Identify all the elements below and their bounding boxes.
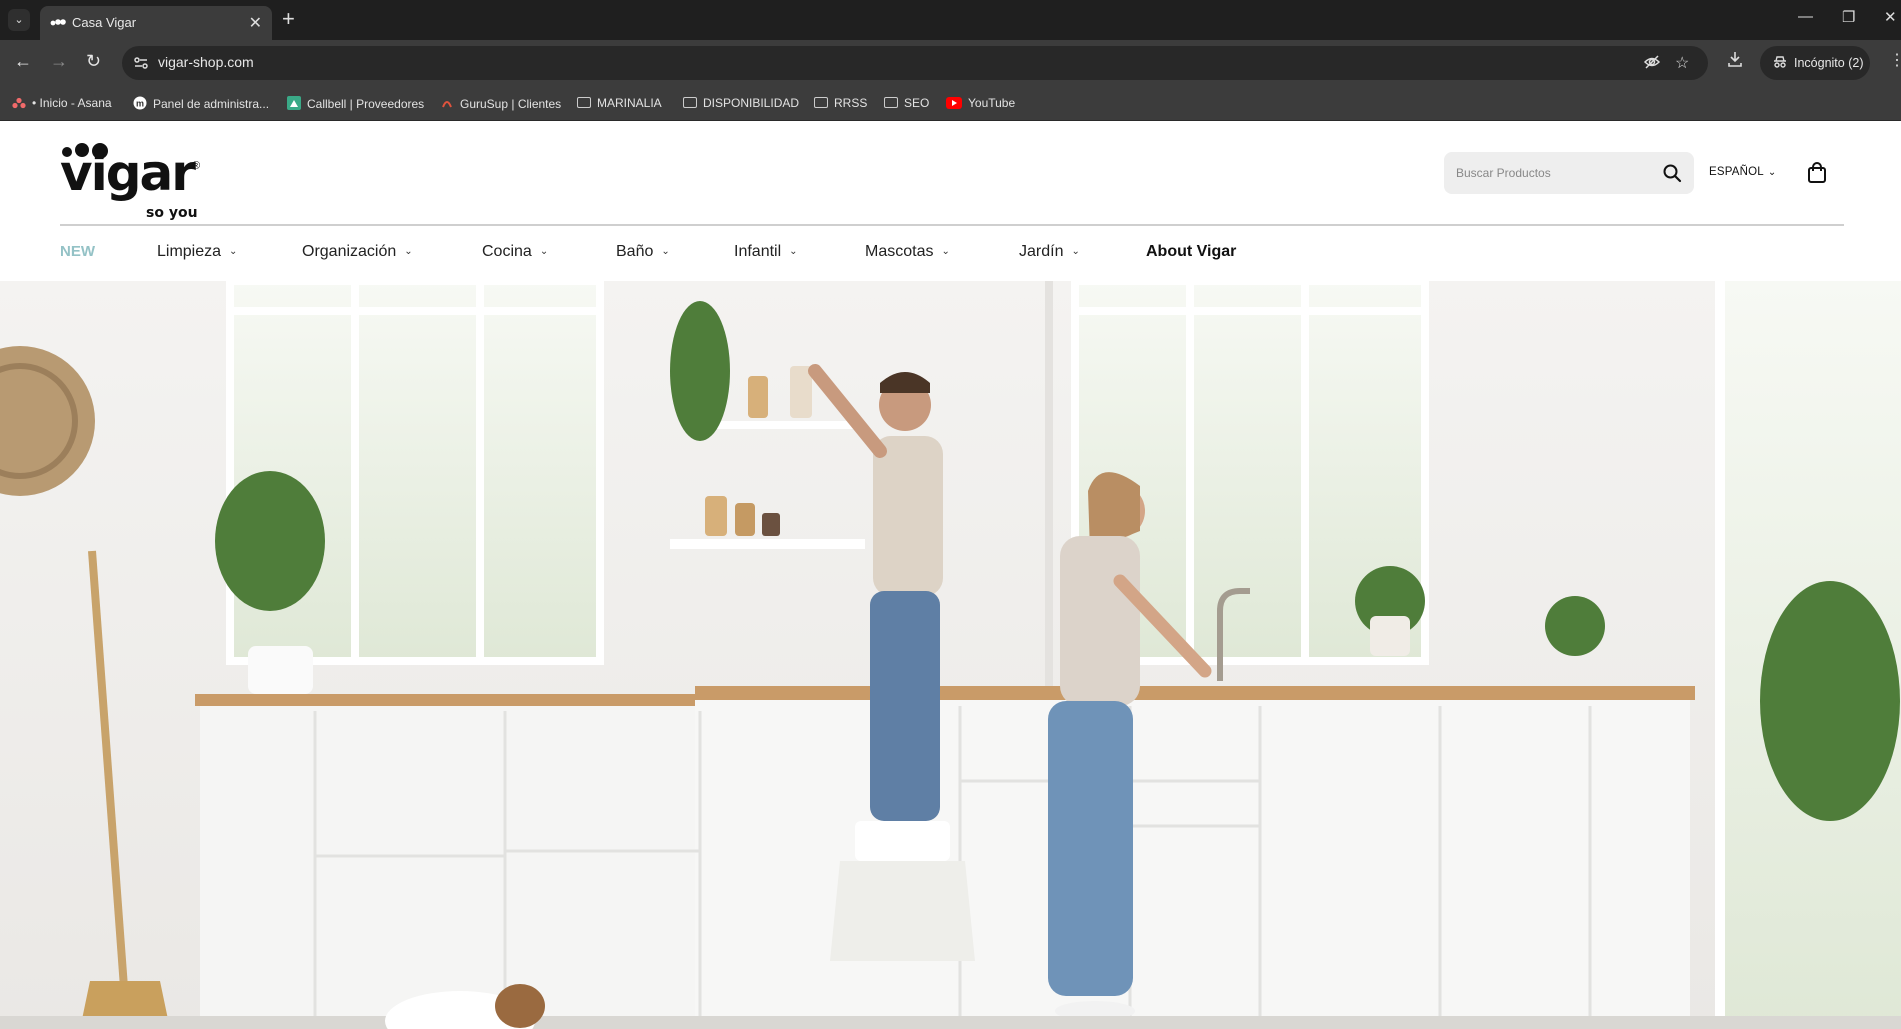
bookmark-label: Panel de administra... — [153, 97, 270, 111]
new-tab-button[interactable]: + — [282, 7, 295, 31]
forward-button[interactable]: → — [50, 51, 68, 72]
search-icon[interactable] — [1662, 163, 1682, 183]
hero-kitchen-illustration — [0, 281, 1901, 1029]
bookmark-folder-disponibilidad[interactable]: DISPONIBILIDAD — [683, 96, 799, 110]
nav-item-label: Mascotas — [865, 243, 934, 260]
chevron-down-icon: ⌄ — [229, 246, 238, 257]
m-logo-icon: m — [133, 96, 147, 110]
chevron-down-icon: ⌄ — [404, 246, 413, 257]
back-button[interactable]: ← — [14, 51, 32, 72]
bookmark-label: GuruSup | Clientes — [460, 97, 562, 111]
bookmark-folder-seo[interactable]: SEO — [884, 96, 929, 110]
nav-item-mascotas[interactable]: Mascotas ⌄ — [865, 243, 950, 261]
minimize-window-button[interactable]: — — [1798, 8, 1813, 25]
browser-toolbar: ← → ↻ vigar-shop.com ☆ Incógnito (2) ⋮ — [0, 40, 1901, 87]
nav-item-limpieza[interactable]: Limpieza ⌄ — [157, 243, 237, 261]
bookmark-label: DISPONIBILIDAD — [703, 96, 800, 110]
chevron-down-icon: ⌄ — [1767, 167, 1777, 178]
bookmark-label: SEO — [904, 96, 930, 110]
bookmark-label: • Inicio - Asana — [32, 96, 112, 110]
vigar-favicon-icon — [50, 19, 66, 26]
eye-off-icon[interactable] — [1643, 53, 1661, 76]
tab-title: Casa Vigar — [72, 15, 137, 30]
bookmark-asana[interactable]: • Inicio - Asana — [12, 96, 112, 110]
bookmark-gurusup[interactable]: GuruSup | Clientes — [440, 96, 561, 111]
shopping-bag-icon[interactable] — [1807, 162, 1827, 184]
folder-icon — [577, 97, 591, 108]
site-settings-icon[interactable] — [132, 54, 150, 72]
youtube-icon — [946, 97, 962, 109]
download-icon[interactable] — [1726, 50, 1744, 73]
browser-menu-icon[interactable]: ⋮ — [1889, 50, 1901, 70]
nav-item-label: Baño — [616, 243, 654, 260]
asana-icon — [12, 97, 26, 109]
bookmark-label: MARINALIA — [597, 96, 662, 110]
main-navigation: NEW Limpieza ⌄ Organización ⌄ Cocina ⌄ Baño… — [0, 226, 1901, 281]
nav-item-label: Limpieza — [157, 243, 222, 260]
folder-icon — [884, 97, 898, 108]
language-selector[interactable]: ESPAÑOL ⌄ — [1709, 166, 1776, 178]
address-url[interactable]: vigar-shop.com — [158, 54, 254, 70]
browser-tab-active[interactable]: Casa Vigar ✕ — [40, 6, 272, 40]
site-header: vigar ® so you ESPAÑOL⌄ NEW Limpieza⌄ Or… — [0, 121, 1901, 281]
restore-window-button[interactable]: ❐ — [1842, 8, 1855, 26]
nav-item-label: Cocina — [482, 243, 532, 260]
bookmark-panel-admin[interactable]: m Panel de administra... — [133, 96, 269, 111]
chevron-down-icon: ⌄ — [789, 246, 798, 257]
product-search — [1444, 152, 1694, 194]
reload-button[interactable]: ↻ — [86, 51, 101, 72]
bookmark-label: Callbell | Proveedores — [307, 97, 425, 111]
address-bar[interactable]: vigar-shop.com ☆ — [122, 46, 1708, 80]
nav-item-label: Infantil — [734, 243, 782, 260]
browser-tab-strip: ⌄ Casa Vigar ✕ + — ❐ ✕ — [0, 0, 1901, 40]
logo-tagline: so you — [146, 205, 198, 221]
hero-banner-image[interactable] — [0, 281, 1901, 1029]
chevron-down-icon: ⌄ — [661, 246, 670, 257]
nav-item-label: Organización — [302, 243, 397, 260]
incognito-icon — [1772, 54, 1788, 73]
nav-item-new[interactable]: NEW — [60, 243, 95, 260]
logo-registered-mark: ® — [192, 160, 201, 172]
gurusup-icon — [442, 101, 452, 108]
nav-item-infantil[interactable]: Infantil ⌄ — [734, 243, 798, 261]
vigar-logo[interactable]: vigar ® so you — [60, 138, 201, 221]
bookmark-label: YouTube — [968, 96, 1016, 110]
bookmark-star-icon[interactable]: ☆ — [1675, 53, 1689, 73]
bookmark-folder-rrss[interactable]: RRSS — [814, 96, 867, 110]
nav-item-cocina[interactable]: Cocina ⌄ — [482, 243, 548, 261]
bookmarks-bar: • Inicio - Asana m Panel de administra...… — [0, 87, 1901, 121]
logo-word: vigar — [60, 144, 196, 202]
nav-item-jardin[interactable]: Jardín ⌄ — [1019, 243, 1080, 261]
bookmark-label: RRSS — [834, 96, 868, 110]
callbell-icon — [287, 96, 301, 110]
close-window-button[interactable]: ✕ — [1884, 8, 1897, 26]
nav-item-bano[interactable]: Baño ⌄ — [616, 243, 670, 261]
folder-icon — [814, 97, 828, 108]
chevron-down-icon: ⌄ — [539, 246, 549, 257]
search-input[interactable] — [1444, 152, 1644, 194]
nav-item-organizacion[interactable]: Organización ⌄ — [302, 243, 413, 261]
chevron-down-icon: ⌄ — [1071, 246, 1080, 257]
svg-text:m: m — [136, 99, 144, 109]
nav-item-label: Jardín — [1019, 243, 1064, 260]
chevron-down-icon: ⌄ — [941, 246, 950, 257]
bookmark-callbell[interactable]: Callbell | Proveedores — [287, 96, 424, 111]
incognito-label: Incógnito (2) — [1794, 56, 1864, 70]
language-label: ESPAÑOL — [1709, 166, 1764, 178]
nav-item-about-vigar[interactable]: About Vigar — [1146, 243, 1236, 261]
folder-icon — [683, 97, 697, 108]
tab-close-icon[interactable]: ✕ — [249, 13, 262, 33]
tab-search-button[interactable]: ⌄ — [8, 9, 30, 31]
bookmark-youtube[interactable]: YouTube — [946, 96, 1015, 110]
incognito-indicator[interactable]: Incógnito (2) — [1760, 46, 1870, 80]
bookmark-folder-marinalia[interactable]: MARINALIA — [577, 96, 662, 110]
